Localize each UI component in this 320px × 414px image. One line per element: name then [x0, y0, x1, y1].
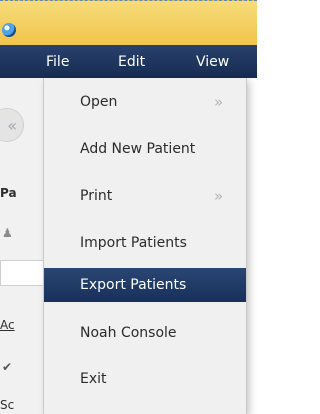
menu-item-label: Exit [80, 371, 107, 387]
menu-item-label: Export Patients [80, 277, 187, 293]
back-arrow-icon: « [7, 116, 17, 135]
menu-item-import-patients[interactable]: Import Patients [44, 226, 246, 260]
app-logo-icon [2, 23, 16, 37]
menu-item-noah-console[interactable]: Noah Console [44, 316, 246, 350]
menu-item-label: Noah Console [80, 325, 177, 341]
menu-item-label: Import Patients [80, 235, 187, 251]
menu-item-label: Open [80, 94, 118, 110]
back-button[interactable]: « [0, 108, 24, 142]
title-bar [0, 0, 257, 46]
menu-item-exit[interactable]: Exit [44, 362, 246, 396]
menu-file[interactable]: File [46, 54, 69, 70]
file-menu-dropdown: Open » Add New Patient Print » Import Pa… [44, 78, 246, 414]
menu-bar: File Edit View [0, 45, 257, 78]
panel-text-fragment: Sc [0, 398, 15, 412]
user-icon: ♟ [2, 226, 13, 240]
menu-view[interactable]: View [196, 54, 229, 70]
submenu-arrow-icon: » [214, 93, 224, 111]
panel-input-fragment[interactable] [0, 260, 46, 286]
menu-item-label: Print [80, 188, 113, 204]
menu-edit[interactable]: Edit [118, 54, 145, 70]
menu-item-export-patients[interactable]: Export Patients [44, 268, 246, 302]
panel-link-fragment[interactable]: Ac [0, 318, 15, 332]
check-icon: ✔ [2, 360, 13, 374]
left-panel: « Pa ♟ Ac ✔ Sc [0, 78, 46, 414]
menu-item-open[interactable]: Open » [44, 85, 246, 119]
panel-heading-fragment: Pa [0, 186, 17, 200]
menu-item-print[interactable]: Print » [44, 179, 246, 213]
menu-item-add-new-patient[interactable]: Add New Patient [44, 132, 246, 166]
submenu-arrow-icon: » [214, 187, 224, 205]
menu-item-label: Add New Patient [80, 141, 196, 157]
